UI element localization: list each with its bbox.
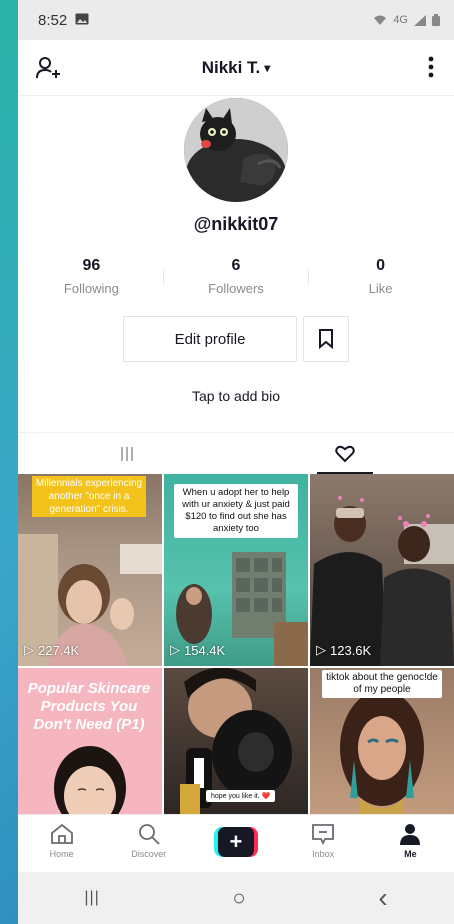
- wifi-icon: [374, 15, 387, 25]
- nav-label: Me: [404, 849, 417, 859]
- home-icon: [50, 823, 73, 844]
- signal-icon: [414, 14, 426, 26]
- nav-label: Inbox: [312, 849, 335, 859]
- video-thumbnail[interactable]: hope you like it. ❤️: [164, 668, 308, 824]
- create-plus-icon: +: [213, 827, 258, 857]
- profile-header: Nikki T. ▾: [18, 40, 454, 96]
- view-count-value: 227.4K: [38, 642, 80, 658]
- video-caption: Millennials experiencing another "once i…: [32, 476, 146, 517]
- battery-icon: [432, 14, 440, 26]
- stat-value: 6: [231, 257, 241, 274]
- nav-label: Home: [49, 849, 74, 859]
- video-caption: tiktok about the genoc!de of my people: [322, 670, 442, 698]
- username-handle: @nikkit07: [193, 214, 279, 234]
- recents-button[interactable]: |||: [84, 889, 99, 907]
- add-user-icon[interactable]: [36, 56, 62, 85]
- bookmark-icon: [319, 329, 333, 349]
- divider: [163, 268, 165, 285]
- view-count: ▷ 123.6K: [316, 642, 371, 658]
- phone-screen: 8:52 4G Nikki T. ▾ @nikkit07 96 Followin…: [18, 0, 454, 924]
- account-switcher[interactable]: Nikki T. ▾: [202, 58, 271, 78]
- view-count: ▷ 154.4K: [170, 642, 225, 658]
- video-thumbnail[interactable]: Popular Skincare Products You Don't Need…: [18, 668, 162, 824]
- status-time: 8:52: [38, 11, 68, 29]
- nav-discover[interactable]: Discover: [114, 823, 184, 859]
- nav-me[interactable]: Me: [375, 823, 445, 859]
- video-grid: Millennials experiencing another "once i…: [18, 474, 454, 824]
- divider: [307, 268, 309, 285]
- home-button[interactable]: ○: [232, 885, 245, 911]
- stat-label: Following: [63, 281, 119, 296]
- nav-label: Discover: [131, 849, 167, 859]
- avatar[interactable]: [184, 98, 288, 202]
- stat-label: Like: [368, 281, 393, 296]
- chevron-down-icon: ▾: [264, 60, 271, 75]
- tab-videos[interactable]: [18, 433, 236, 474]
- bio-prompt[interactable]: Tap to add bio: [18, 388, 454, 404]
- stat-likes[interactable]: 0 Like: [326, 257, 436, 296]
- stat-label: Followers: [208, 281, 264, 296]
- stat-followers[interactable]: 6 Followers: [181, 257, 291, 296]
- video-caption: hope you like it. ❤️: [206, 790, 276, 802]
- edit-profile-button[interactable]: Edit profile: [123, 316, 297, 362]
- profile-tabs: [18, 432, 454, 474]
- video-caption: Popular Skincare Products You Don't Need…: [27, 680, 151, 733]
- view-count: ▷ 227.4K: [24, 642, 79, 658]
- stat-value: 96: [82, 257, 101, 274]
- view-count-value: 154.4K: [184, 642, 226, 658]
- plus-glyph: +: [217, 827, 254, 857]
- video-thumbnail[interactable]: When u adopt her to help with ur anxiety…: [164, 474, 308, 666]
- nav-inbox[interactable]: Inbox: [288, 823, 358, 859]
- search-icon: [138, 824, 160, 845]
- system-nav-bar: ||| ○ ‹: [18, 872, 454, 924]
- view-count-value: 123.6K: [330, 642, 372, 658]
- nav-create[interactable]: +: [201, 823, 271, 857]
- tab-liked[interactable]: [236, 433, 454, 474]
- favorites-button[interactable]: [303, 316, 349, 362]
- profile-icon: [400, 824, 421, 845]
- stat-following[interactable]: 96 Following: [36, 257, 146, 296]
- nav-home[interactable]: Home: [27, 823, 97, 859]
- stat-value: 0: [376, 257, 386, 274]
- play-icon: ▷: [316, 642, 326, 657]
- more-options-icon[interactable]: [428, 56, 434, 83]
- play-icon: ▷: [170, 642, 180, 657]
- video-thumbnail[interactable]: tiktok about the genoc!de of my people: [310, 668, 454, 824]
- heart-icon: [335, 445, 355, 462]
- network-type: 4G: [393, 14, 408, 26]
- grid-icon: [121, 446, 133, 461]
- video-caption: When u adopt her to help with ur anxiety…: [174, 484, 298, 538]
- profile-stats: 96 Following 6 Followers 0 Like: [28, 257, 444, 296]
- bottom-nav: Home Discover + Inbox Me: [18, 814, 454, 872]
- video-thumbnail[interactable]: ▷ 123.6K: [310, 474, 454, 666]
- gallery-notification-icon: [75, 12, 89, 29]
- inbox-icon: [312, 824, 335, 845]
- page-title: Nikki T.: [201, 57, 261, 77]
- status-icons: 4G: [373, 14, 440, 26]
- back-button[interactable]: ‹: [378, 882, 387, 914]
- profile-actions: Edit profile: [18, 316, 454, 362]
- status-bar: 8:52 4G: [18, 0, 454, 40]
- play-icon: ▷: [24, 642, 34, 657]
- video-thumbnail[interactable]: Millennials experiencing another "once i…: [18, 474, 162, 666]
